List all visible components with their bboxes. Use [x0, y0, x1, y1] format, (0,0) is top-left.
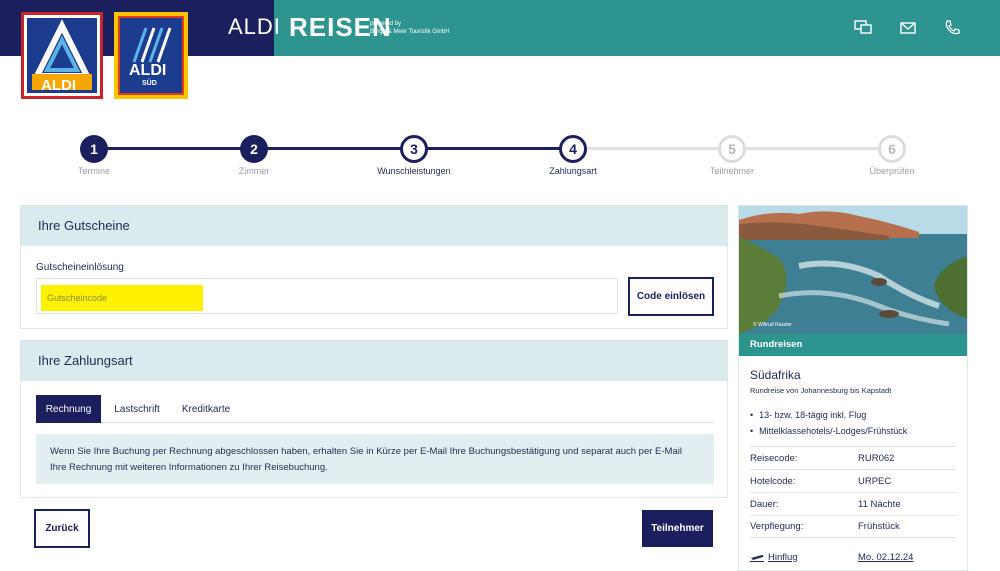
step-label-5: Teilnehmer	[709, 166, 755, 176]
voucher-panel-title: Ihre Gutscheine	[21, 206, 727, 246]
outbound-flight-row: Hinflug Mo. 02.12.24	[750, 547, 956, 567]
fact-value: RUR062	[858, 452, 895, 464]
stepper-line-done	[94, 147, 572, 150]
step-circle-6: 6	[878, 135, 906, 163]
voucher-code-placeholder: Gutscheincode	[41, 285, 203, 311]
fact-row: Dauer: 11 Nächte	[750, 492, 956, 515]
payment-info-line2: Ihre Rechnung mit weiteren Informationen…	[50, 462, 328, 473]
aldi-sud-logo[interactable]: ALDI SÜD	[114, 12, 188, 99]
payment-info-box: Wenn Sie Ihre Buchung per Rechnung abges…	[36, 434, 714, 484]
fact-key: Dauer:	[750, 498, 779, 510]
fact-row: Hotelcode: URPEC	[750, 469, 956, 492]
payment-panel: Ihre Zahlungsart Rechnung Lastschrift Kr…	[20, 340, 728, 498]
photo-credit: © Wiltrud Rassler	[753, 322, 792, 328]
fact-value: URPEC	[858, 475, 892, 487]
trip-highlight-item: Mittelklassehotels/-Lodges/Frühstück	[750, 423, 960, 439]
step-label-6: Überprüfen	[869, 166, 915, 176]
step-circle-4[interactable]: 4	[559, 135, 587, 163]
aldi-sud-logo-text: ALDI	[129, 62, 167, 79]
back-button[interactable]: Zurück	[34, 509, 90, 548]
trip-photo[interactable]	[739, 206, 967, 334]
step-circle-1[interactable]: 1	[80, 135, 108, 163]
trip-subtitle: Rundreise von Johannesburg bis Kapstadt	[750, 386, 892, 395]
voucher-panel: Ihre Gutscheine Gutscheineinlösung Gutsc…	[20, 205, 728, 329]
trip-highlights: 13- bzw. 18-tägig inkl. Flug Mittelklass…	[750, 407, 960, 439]
aldi-sud-logo-inner: ALDI SÜD	[118, 16, 184, 95]
tab-lastschrift[interactable]: Lastschrift	[106, 395, 168, 423]
step-circle-2[interactable]: 2	[240, 135, 268, 163]
payment-tabs: Rechnung Lastschrift Kreditkarte	[36, 395, 714, 423]
step-label-4: Zahlungsart	[549, 166, 597, 176]
aldi-logo[interactable]: ALDI	[21, 12, 103, 99]
plane-icon	[750, 552, 764, 562]
voucher-code-input[interactable]: Gutscheincode	[36, 278, 618, 314]
tab-kreditkarte[interactable]: Kreditkarte	[173, 395, 239, 423]
aldi-logo-inner: ALDI	[27, 18, 97, 94]
trip-highlight-item: 13- bzw. 18-tägig inkl. Flug	[750, 407, 960, 423]
step-label-3: Wunschleistungen	[377, 166, 451, 176]
payment-panel-title: Ihre Zahlungsart	[21, 341, 727, 381]
tab-rechnung[interactable]: Rechnung	[36, 395, 101, 423]
voucher-label: Gutscheineinlösung	[36, 262, 124, 273]
fact-row: Verpflegung: Frühstück	[750, 515, 956, 538]
trip-category: Rundreisen	[739, 334, 967, 356]
chat-icon[interactable]	[854, 20, 872, 36]
outbound-flight-link[interactable]: Hinflug	[768, 552, 858, 563]
mail-icon[interactable]	[899, 20, 917, 36]
phone-icon[interactable]	[943, 20, 961, 36]
brand-aldi[interactable]: ALDI	[228, 14, 281, 40]
step-circle-5: 5	[718, 135, 746, 163]
fact-value: Frühstück	[858, 521, 900, 532]
step-label-2: Zimmer	[238, 166, 270, 176]
fact-value: 11 Nächte	[858, 498, 901, 510]
redeem-code-button[interactable]: Code einlösen	[628, 277, 714, 316]
trip-title: Südafrika	[750, 368, 801, 382]
step-label-1: Termine	[77, 166, 110, 176]
trip-summary-sidebar: © Wiltrud Rassler Rundreisen Südafrika R…	[738, 205, 968, 571]
powered-by: powered by Berge & Meer Touristik GmbH	[370, 20, 450, 36]
fact-key: Verpflegung:	[750, 521, 804, 532]
step-circle-3[interactable]: 3	[400, 135, 428, 163]
powered-by-line1: powered by	[370, 21, 402, 27]
fact-key: Hotelcode:	[750, 475, 796, 487]
next-button[interactable]: Teilnehmer	[642, 510, 713, 547]
fact-row: Reisecode: RUR062	[750, 446, 956, 469]
outbound-flight-date[interactable]: Mo. 02.12.24	[858, 552, 913, 563]
aldi-sud-stripes-icon	[132, 27, 172, 63]
fact-key: Reisecode:	[750, 452, 798, 464]
payment-info-line1: Wenn Sie Ihre Buchung per Rechnung abges…	[50, 446, 682, 457]
powered-by-line2: Berge & Meer Touristik GmbH	[370, 29, 450, 35]
trip-facts: Reisecode: RUR062 Hotelcode: URPEC Dauer…	[750, 446, 956, 538]
aldi-logo-text: ALDI	[41, 77, 76, 94]
aldi-sud-logo-sub: SÜD	[142, 80, 157, 87]
